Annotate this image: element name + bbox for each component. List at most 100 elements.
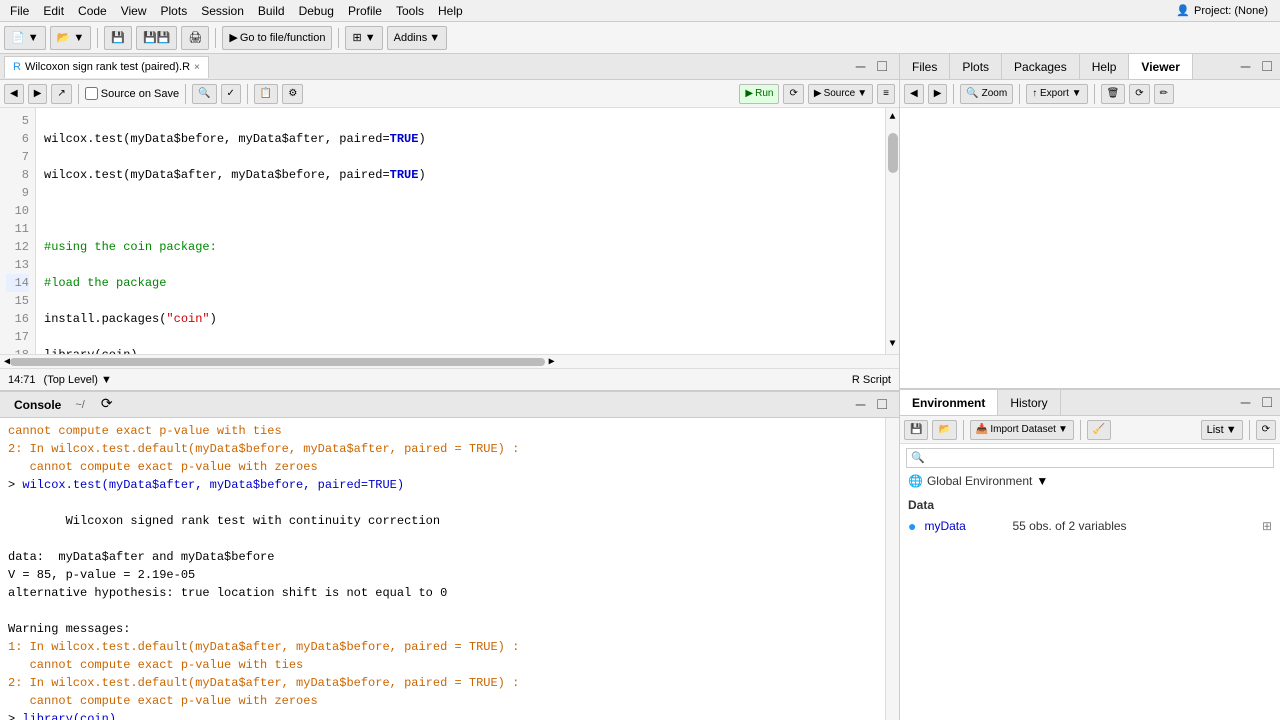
rerun-btn[interactable]: ⟳ (783, 84, 803, 104)
editor-tab-bar: R Wilcoxon sign rank test (paired).R × —… (0, 54, 899, 80)
source-on-save-label[interactable]: Source on Save (85, 87, 179, 100)
data-name-label[interactable]: myData (924, 519, 1004, 533)
minimize-console-icon[interactable]: — (852, 396, 870, 414)
menu-edit[interactable]: Edit (37, 2, 70, 20)
console-refresh-icon[interactable]: ⟳ (101, 396, 113, 413)
file-type-label[interactable]: R Script (852, 374, 891, 386)
show-in-new-window-btn[interactable]: ↗ (51, 84, 71, 104)
global-env-bar: 🌐 Global Environment ▼ (900, 472, 1280, 490)
menu-plots[interactable]: Plots (155, 2, 194, 20)
forward-btn[interactable]: ▶ (28, 84, 48, 104)
editor-hscrollbar[interactable]: ◀ ▶ (0, 354, 899, 368)
r-file-icon: R (13, 61, 21, 73)
editor-tab[interactable]: R Wilcoxon sign rank test (paired).R × (4, 56, 209, 78)
more-options-btn[interactable]: ≡ (877, 84, 895, 104)
env-search-box[interactable]: 🔍 (906, 448, 1274, 468)
tab-plots[interactable]: Plots (950, 54, 1002, 79)
menu-help[interactable]: Help (432, 2, 469, 20)
search-icon: 🔍 (911, 451, 925, 465)
clear-env-btn[interactable]: 🧹 (1087, 420, 1111, 440)
new-file-btn[interactable]: 📄 ▼ (4, 26, 46, 50)
editor-scrollbar[interactable]: ▲ ▼ (885, 108, 899, 354)
import-dataset-btn[interactable]: 📥 Import Dataset ▼ (970, 420, 1074, 440)
editor-sep-2 (185, 84, 186, 104)
code-editor[interactable]: 5 6 7 8 9 10 11 12 13 14 15 16 17 18 (0, 108, 885, 354)
menu-file[interactable]: File (4, 2, 35, 20)
maximize-console-icon[interactable]: □ (873, 396, 891, 414)
right-bottom-tab-bar: Environment History — □ (900, 390, 1280, 416)
close-tab-icon[interactable]: × (194, 62, 200, 73)
save-env-btn[interactable]: 💾 (904, 420, 928, 440)
env-search-input[interactable] (925, 452, 1269, 464)
print-btn[interactable]: 🖨 (181, 26, 209, 50)
source-on-save-checkbox[interactable] (85, 87, 98, 100)
save-btn[interactable]: 💾 (104, 26, 132, 50)
save-all-btn[interactable]: 💾💾 (136, 26, 177, 50)
tab-packages[interactable]: Packages (1002, 54, 1080, 79)
copy-btn[interactable]: 📋 (254, 84, 278, 104)
minimize-right-top-icon[interactable]: — (1237, 58, 1255, 76)
menu-session[interactable]: Session (195, 2, 250, 20)
global-env-dropdown-icon[interactable]: ▼ (1036, 474, 1048, 488)
hscrollbar-thumb[interactable] (10, 358, 545, 366)
menu-profile[interactable]: Profile (342, 2, 388, 20)
maximize-right-top-icon[interactable]: □ (1258, 58, 1276, 76)
run-btn[interactable]: ▶ Run (739, 84, 779, 104)
toolbar-sep-2 (215, 28, 216, 48)
data-grid-icon[interactable]: ⊞ (1262, 519, 1272, 533)
open-file-btn[interactable]: 📂 ▼ (50, 26, 92, 50)
console-tab[interactable]: Console (8, 396, 67, 414)
spell-check-btn[interactable]: ✓ (221, 84, 241, 104)
console-tab-bar: Console ~/ ⟳ — □ (0, 392, 899, 418)
menu-code[interactable]: Code (72, 2, 113, 20)
list-view-btn[interactable]: List ▼ (1201, 420, 1243, 440)
minimize-editor-icon[interactable]: — (852, 58, 870, 76)
viewer-clear-btn[interactable]: 🗑 (1101, 84, 1126, 104)
menu-build[interactable]: Build (252, 2, 291, 20)
left-panel: R Wilcoxon sign rank test (paired).R × —… (0, 54, 900, 720)
scrollbar-thumb[interactable] (888, 133, 898, 173)
tab-files[interactable]: Files (900, 54, 950, 79)
viewer-refresh-btn[interactable]: ⟳ (1129, 84, 1149, 104)
viewer-edit-btn[interactable]: ✏ (1154, 84, 1174, 104)
env-data-content: Data ● myData 55 obs. of 2 variables ⊞ (900, 490, 1280, 720)
viewer-back-btn[interactable]: ◀ (904, 84, 924, 104)
options-btn[interactable]: ⚙ (282, 84, 303, 104)
code-content[interactable]: wilcox.test(myData$before, myData$after,… (36, 108, 885, 354)
toolbar-sep-3 (338, 28, 339, 48)
right-top-toolbar: ◀ ▶ 🔍 Zoom ↑ Export ▼ 🗑 ⟳ ✏ (900, 80, 1280, 108)
global-env-label[interactable]: Global Environment (927, 474, 1032, 488)
source-btn[interactable]: ▶ Source ▼ (808, 84, 873, 104)
maximize-right-bottom-icon[interactable]: □ (1258, 394, 1276, 412)
menu-debug[interactable]: Debug (293, 2, 340, 20)
env-sep-2 (1080, 420, 1081, 440)
menu-tools[interactable]: Tools (390, 2, 430, 20)
go-to-file-btn[interactable]: ▶ Go to file/function (222, 26, 332, 50)
tab-environment[interactable]: Environment (900, 390, 998, 415)
tab-history[interactable]: History (998, 390, 1060, 415)
refresh-env-btn[interactable]: ⟳ (1256, 420, 1276, 440)
tab-help[interactable]: Help (1080, 54, 1130, 79)
load-env-btn[interactable]: 📂 (932, 420, 956, 440)
console-path: ~/ (75, 399, 84, 411)
minimize-right-bottom-icon[interactable]: — (1237, 394, 1255, 412)
right-top-tab-bar: Files Plots Packages Help Viewer — □ (900, 54, 1280, 80)
right-top-controls: — □ (1233, 58, 1280, 76)
back-btn[interactable]: ◀ (4, 84, 24, 104)
toolbar-sep-1 (97, 28, 98, 48)
tab-viewer[interactable]: Viewer (1129, 54, 1192, 79)
project-label[interactable]: Project: (None) (1194, 5, 1268, 17)
code-line-11: library(coin) (44, 346, 877, 354)
env-sep-1 (963, 420, 964, 440)
viewer-zoom-btn[interactable]: 🔍 Zoom (960, 84, 1013, 104)
grid-btn[interactable]: ⊞ ▼ (345, 26, 382, 50)
viewer-export-btn[interactable]: ↑ Export ▼ (1026, 84, 1087, 104)
console-scrollbar[interactable] (885, 418, 899, 720)
maximize-editor-icon[interactable]: □ (873, 58, 891, 76)
addins-btn[interactable]: Addins ▼ (387, 26, 448, 50)
code-line-7 (44, 202, 877, 220)
console-content[interactable]: cannot compute exact p-value with ties 2… (0, 418, 885, 720)
menu-view[interactable]: View (115, 2, 153, 20)
viewer-forward-btn[interactable]: ▶ (928, 84, 948, 104)
search-btn[interactable]: 🔍 (192, 84, 216, 104)
